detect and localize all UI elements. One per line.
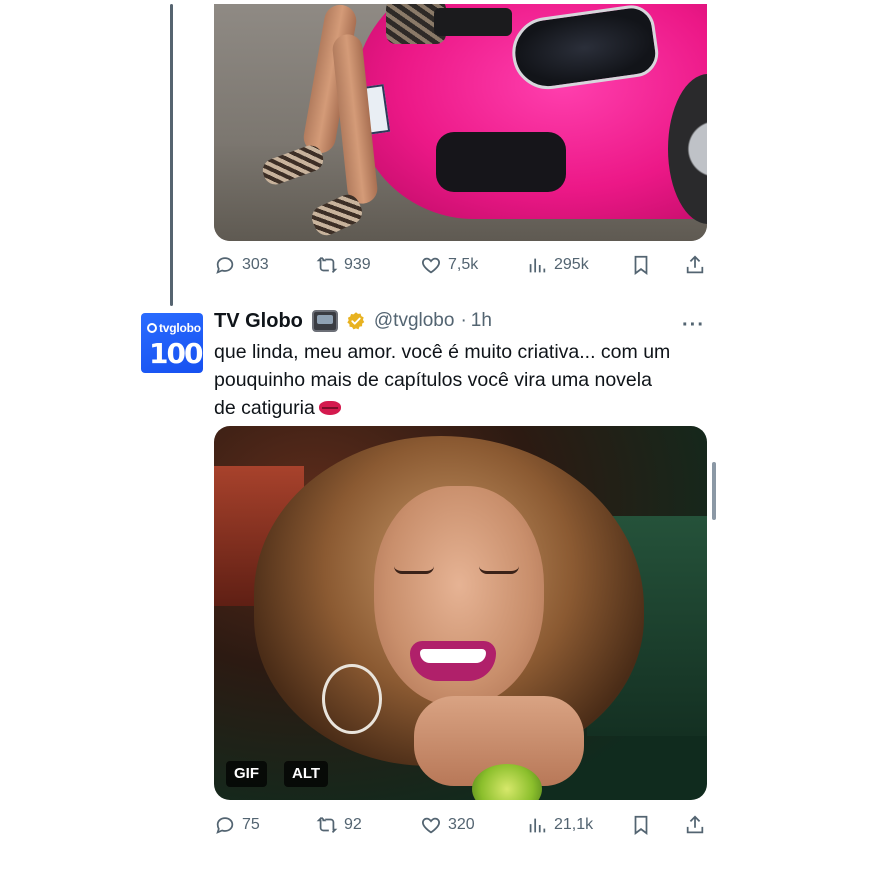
gif-eye-left — [394, 566, 434, 574]
reply-icon — [216, 257, 234, 274]
tweet2-action-bar: 75 92 320 21,1k — [214, 812, 707, 838]
tweet-text-line-3: de catiguria — [214, 394, 714, 422]
image-car-grille — [436, 132, 566, 192]
thread-connector-line — [170, 4, 173, 306]
like-button[interactable]: 320 — [420, 812, 475, 838]
gif-smile — [410, 641, 496, 681]
heart-icon — [422, 817, 440, 834]
reply-icon — [216, 817, 234, 834]
kiss-mark-emoji-icon — [318, 401, 341, 415]
tweet-text-line-1: que linda, meu amor. você é muito criati… — [214, 341, 671, 363]
reply-button[interactable]: 75 — [214, 812, 260, 838]
like-count: 7,5k — [448, 256, 479, 273]
bookmark-icon — [634, 815, 648, 835]
views-button[interactable]: 295k — [526, 252, 589, 278]
avatar-brand: tvglobo — [147, 321, 201, 335]
avatar-number: 100 — [149, 337, 203, 370]
views-chart-icon — [529, 258, 546, 273]
alt-text-button[interactable]: ALT — [284, 761, 329, 787]
retweet-button[interactable]: 939 — [316, 252, 371, 278]
gif-eye-right — [479, 566, 519, 574]
verified-badge-icon[interactable] — [346, 311, 366, 331]
separator-dot: · — [460, 310, 467, 331]
reply-count: 303 — [242, 256, 269, 273]
retweet-icon — [316, 817, 338, 833]
tweet2-media-gif[interactable]: GIF ALT — [214, 426, 707, 800]
reply-button[interactable]: 303 — [214, 252, 269, 278]
like-button[interactable]: 7,5k — [420, 252, 478, 278]
tweet-time[interactable]: 1h — [471, 310, 492, 332]
user-handle[interactable]: @tvglobo — [374, 310, 455, 332]
views-count: 295k — [554, 256, 589, 273]
reply-count: 75 — [242, 816, 260, 833]
tweet1-action-bar: 303 939 7,5k 295k — [214, 252, 707, 278]
page-scrollbar[interactable] — [712, 462, 716, 520]
retweet-count: 92 — [344, 816, 362, 833]
views-count: 21,1k — [554, 816, 594, 833]
views-button[interactable]: 21,1k — [526, 812, 593, 838]
retweet-count: 939 — [344, 256, 371, 273]
views-chart-icon — [529, 818, 546, 833]
share-icon — [686, 255, 704, 274]
image-bag — [434, 8, 512, 36]
retweet-button[interactable]: 92 — [316, 812, 362, 838]
tweet2-header: TV Globo @tvglobo · 1h — [214, 308, 492, 334]
gif-badge: GIF — [226, 761, 267, 787]
display-name[interactable]: TV Globo — [214, 310, 303, 333]
share-icon — [686, 815, 704, 834]
television-emoji-icon — [311, 310, 338, 332]
tweet-text: que linda, meu amor. você é muito criati… — [214, 338, 714, 422]
bookmark-button[interactable] — [630, 812, 652, 838]
more-options-button[interactable]: ··· — [682, 314, 705, 337]
heart-icon — [422, 257, 440, 274]
bookmark-icon — [634, 255, 648, 275]
share-button[interactable] — [684, 252, 706, 278]
gif-earring — [322, 664, 382, 734]
avatar[interactable]: tvglobo 100 — [141, 313, 203, 373]
tweet-text-line-2: pouquinho mais de capítulos você vira um… — [214, 369, 652, 391]
retweet-icon — [316, 257, 338, 273]
tweet1-media-image[interactable] — [214, 4, 707, 241]
share-button[interactable] — [684, 812, 706, 838]
like-count: 320 — [448, 816, 475, 833]
bookmark-button[interactable] — [630, 252, 652, 278]
